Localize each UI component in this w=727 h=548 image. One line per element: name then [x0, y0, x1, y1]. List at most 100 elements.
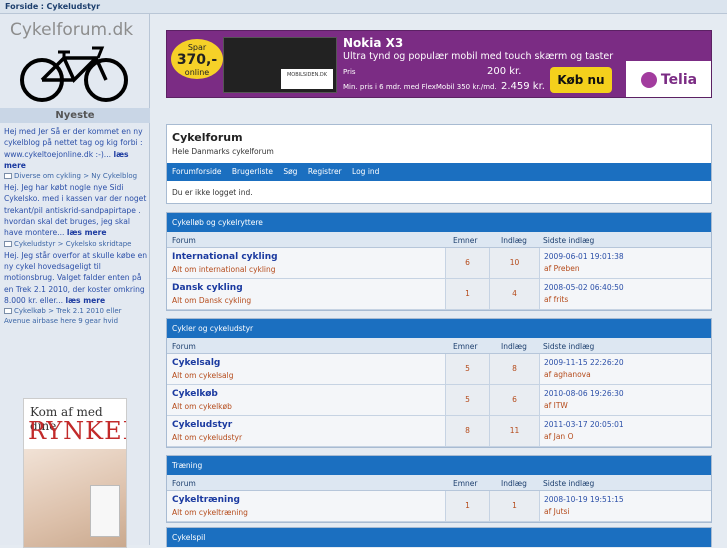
post-count: 4 [489, 279, 539, 309]
column-header-row: Forum Emner Indlæg Sidste indlæg [167, 475, 711, 491]
breadcrumb-home-link[interactable]: Forside [5, 2, 38, 11]
breadcrumb-current-link[interactable]: Cykeludstyr [47, 2, 101, 11]
category-section: Cykelspil [166, 527, 712, 547]
forum-link[interactable]: Cykelsalg [172, 357, 440, 370]
top-banner-ad[interactable]: Spar 370,- online MOBILSIDEN.DK Nokia X3… [166, 30, 712, 98]
last-post-date[interactable]: 2010-08-06 19:26:30 [544, 388, 707, 400]
phone-shop-label: MOBILSIDEN.DK [281, 69, 333, 89]
forum-row: Dansk cykling Alt om Dansk cykling 1 4 20… [167, 279, 711, 310]
last-post-date[interactable]: 2009-11-15 22:26:20 [544, 357, 707, 369]
col-topics: Emner [453, 342, 478, 351]
banner-title: Nokia X3 [343, 36, 404, 50]
page-title: Cykelforum [172, 131, 243, 144]
last-post-author: af Preben [544, 264, 580, 273]
col-posts: Indlæg [501, 236, 527, 245]
last-post-date[interactable]: 2011-03-17 20:05:01 [544, 419, 707, 431]
main-content: Spar 370,- online MOBILSIDEN.DK Nokia X3… [152, 14, 727, 547]
phone-image: MOBILSIDEN.DK [223, 37, 337, 93]
nav-login[interactable]: Log ind [352, 167, 379, 176]
last-post-author: af Jutsi [544, 507, 570, 516]
forum-description: Alt om cykeltræning [172, 508, 248, 517]
last-post-date[interactable]: 2009-06-01 19:01:38 [544, 251, 707, 263]
post-count: 10 [489, 248, 539, 278]
news-meta[interactable]: Cykelkøb > Trek 2.1 2010 eller Avenue ai… [4, 306, 148, 326]
last-post-date[interactable]: 2008-10-19 19:51:15 [544, 494, 707, 506]
news-meta-text[interactable]: Cykelkøb > Trek 2.1 2010 eller Avenue ai… [4, 307, 122, 325]
nav-register[interactable]: Registrer [308, 167, 342, 176]
category-title[interactable]: Cykler og cykeludstyr [167, 319, 711, 338]
news-item: Hej. Jeg har købt nogle nye Sidi Cykelsk… [4, 182, 148, 248]
category-title[interactable]: Cykelløb og cykelryttere [167, 213, 711, 232]
post-count: 11 [489, 416, 539, 446]
bicycle-logo-icon[interactable] [18, 42, 130, 104]
forum-link[interactable]: Dansk cykling [172, 282, 440, 295]
forum-link[interactable]: International cykling [172, 251, 440, 264]
forum-row: Cykelkøb Alt om cykelkøb 5 6 2010-08-06 1… [167, 385, 711, 416]
telia-logo[interactable]: Telia [626, 61, 711, 97]
post-count: 8 [489, 354, 539, 384]
forum-description: Alt om international cykling [172, 265, 276, 274]
category-title[interactable]: Cykelspil [167, 528, 711, 547]
site-logo-text[interactable]: Cykelforum.dk [10, 20, 133, 40]
side-ad-line2: RYNKER [28, 417, 126, 445]
forum-description: Alt om cykelkøb [172, 402, 232, 411]
forum-link[interactable]: Cykeludstyr [172, 419, 440, 432]
topic-count: 1 [445, 279, 489, 309]
nav-brugerliste[interactable]: Brugerliste [232, 167, 273, 176]
category-title[interactable]: Træning [167, 456, 711, 475]
nav-forumforside[interactable]: Forumforside [172, 167, 221, 176]
col-topics: Emner [453, 236, 478, 245]
page-subtitle: Hele Danmarks cykelforum [172, 147, 274, 156]
last-post-author: af Jan O [544, 432, 574, 441]
topic-count: 5 [445, 354, 489, 384]
topic-icon [4, 240, 12, 247]
news-meta[interactable]: Diverse om cykling > Ny Cykelblog [4, 171, 148, 181]
topic-count: 5 [445, 385, 489, 415]
banner-subtitle: Ultra tynd og populær mobil med touch sk… [343, 51, 614, 62]
last-post-author: af ITW [544, 401, 568, 410]
col-last-post: Sidste indlæg [543, 236, 595, 245]
read-more-link[interactable]: læs mere [67, 228, 107, 237]
col-forum: Forum [172, 479, 196, 488]
category-section: Træning Forum Emner Indlæg Sidste indlæg… [166, 455, 712, 523]
forum-link[interactable]: Cykeltræning [172, 494, 440, 507]
login-status: Du er ikke logget ind. [172, 188, 253, 197]
forum-link[interactable]: Cykelkøb [172, 388, 440, 401]
side-advertisement[interactable]: Kom af med dine RYNKER [23, 398, 127, 548]
forum-description: Alt om Dansk cykling [172, 296, 252, 305]
side-ad-product-image [90, 485, 120, 537]
forum-description: Alt om cykeludstyr [172, 433, 243, 442]
col-forum: Forum [172, 342, 196, 351]
save-online: online [184, 68, 210, 77]
col-forum: Forum [172, 236, 196, 245]
read-more-link[interactable]: læs mere [65, 296, 105, 305]
post-count: 6 [489, 385, 539, 415]
latest-heading: Nyeste [0, 108, 150, 123]
news-meta-text[interactable]: Cykeludstyr > Cykelsko skridtape [14, 240, 132, 248]
col-posts: Indlæg [501, 342, 527, 351]
news-item: Hej. Jeg står overfor at skulle købe en … [4, 250, 148, 326]
save-label: Spar [187, 43, 207, 52]
last-post-author: af frits [544, 295, 569, 304]
topic-count: 6 [445, 248, 489, 278]
sidebar: Cykelforum.dk Nyeste Hej med Jer Så er d… [0, 14, 150, 548]
news-meta-text[interactable]: Diverse om cykling > Ny Cykelblog [14, 172, 137, 180]
forum-header-panel: Cykelforum Hele Danmarks cykelforum Foru… [166, 124, 712, 204]
topic-count: 8 [445, 416, 489, 446]
forum-row: Cykeltræning Alt om cykeltræning 1 1 2008… [167, 491, 711, 522]
news-meta[interactable]: Cykeludstyr > Cykelsko skridtape [4, 239, 148, 249]
topic-count: 1 [445, 491, 489, 521]
breadcrumb: Forside : Cykeludstyr [0, 0, 727, 14]
news-item: Hej med Jer Så er der kommet en ny cykel… [4, 126, 148, 181]
buy-now-button[interactable]: Køb nu [550, 67, 612, 93]
telia-logo-icon [640, 72, 657, 88]
last-post-date[interactable]: 2008-05-02 06:40:50 [544, 282, 707, 294]
nav-search[interactable]: Søg [283, 167, 297, 176]
forum-row: Cykeludstyr Alt om cykeludstyr 8 11 2011-… [167, 416, 711, 447]
banner-min-price: 2.459 kr. [501, 81, 545, 92]
save-amount: 370,- [176, 52, 218, 68]
forum-row: International cykling Alt om internationa… [167, 248, 711, 279]
topic-icon [4, 173, 12, 180]
col-last-post: Sidste indlæg [543, 479, 595, 488]
post-count: 1 [489, 491, 539, 521]
